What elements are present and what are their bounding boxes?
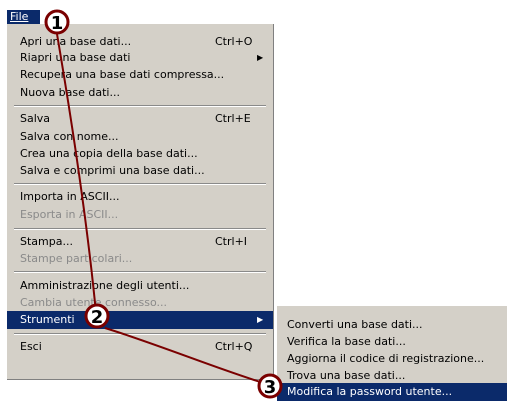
callout-number: 3 <box>264 377 277 398</box>
callout-number: 1 <box>51 13 64 34</box>
callout-badge-1: 1 <box>44 9 70 35</box>
callout-line-1-2 <box>56 33 97 314</box>
callout-badge-2: 2 <box>84 303 110 329</box>
callout-overlay: 1 2 3 <box>44 9 283 399</box>
callout-number: 2 <box>91 307 104 328</box>
callout-badge-3: 3 <box>257 373 283 399</box>
callout-line-2-3 <box>104 327 271 386</box>
